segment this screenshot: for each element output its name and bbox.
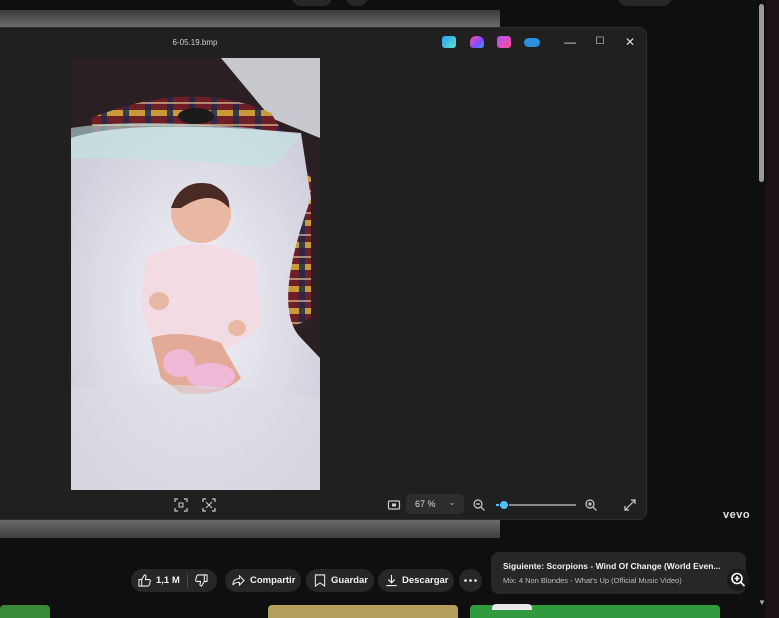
crop-icon[interactable] (202, 498, 216, 512)
video-frame-edge (0, 10, 500, 27)
thumbnail-strip-1[interactable] (0, 605, 50, 618)
bookmark-icon (314, 574, 326, 587)
up-next-card[interactable]: Siguiente: Scorpions - Wind Of Change (W… (491, 552, 746, 594)
save-label: Guardar (331, 575, 368, 586)
top-icon-button[interactable] (346, 0, 368, 6)
viewer-bottom-toolbar: 67 % ⌄ (0, 490, 646, 520)
thumbnail-strip-2[interactable] (268, 605, 458, 618)
zoom-level-value: 67 % (415, 499, 436, 509)
share-button[interactable]: Compartir (225, 569, 301, 592)
save-button[interactable]: Guardar (306, 569, 374, 592)
scrollbar-thumb[interactable] (759, 4, 764, 182)
window-title: 6-05.19.bmp (172, 38, 218, 47)
video-frame-bottom-edge (0, 520, 500, 538)
close-button[interactable]: ✕ (622, 34, 638, 50)
top-account-button[interactable] (618, 0, 672, 6)
fit-to-window-icon[interactable] (174, 498, 188, 512)
up-next-label: Siguiente: (503, 561, 545, 571)
zoom-level-dropdown[interactable]: 67 % ⌄ (406, 494, 464, 514)
share-label: Compartir (250, 575, 296, 586)
background-top-strip (0, 0, 779, 27)
magnifier-zoom-icon[interactable] (726, 568, 750, 592)
scroll-down-icon[interactable]: ▼ (758, 598, 766, 607)
chip-white[interactable] (492, 604, 532, 610)
onedrive-icon[interactable] (524, 38, 540, 47)
like-count[interactable]: 1,1 M (156, 575, 180, 586)
up-next-title: Siguiente: Scorpions - Wind Of Change (W… (503, 561, 728, 571)
thumbs-down-icon[interactable] (195, 574, 208, 587)
baby-photo (71, 58, 320, 490)
top-button[interactable] (292, 0, 332, 6)
like-divider (187, 573, 188, 588)
zoom-slider-thumb[interactable] (499, 500, 509, 510)
actual-size-icon[interactable] (387, 498, 401, 512)
vevo-logo: vevo (723, 509, 751, 521)
chevron-down-icon: ⌄ (448, 497, 456, 507)
up-next-mix: Mix: 4 Non Blondes - What's Up (Official… (503, 576, 682, 585)
minimize-button[interactable]: — (562, 34, 578, 50)
thumbs-up-icon[interactable] (138, 574, 151, 587)
more-horizontal-icon (464, 579, 477, 582)
download-button[interactable]: Descargar (378, 569, 454, 592)
up-next-video-title: Scorpions - Wind Of Change (World Even..… (546, 561, 721, 571)
photo-viewer-window: 6-05.19.bmp — ☐ ✕ 67 % ⌄ (0, 27, 647, 520)
clipchamp-icon[interactable] (497, 36, 511, 48)
zoom-out-icon[interactable] (472, 498, 486, 512)
more-actions-button[interactable] (459, 569, 482, 592)
like-dislike-group: 1,1 M (131, 569, 217, 592)
share-icon (232, 574, 245, 587)
designer-icon[interactable] (470, 36, 484, 48)
maximize-button[interactable]: ☐ (592, 34, 608, 50)
right-edge-thumbnail (766, 0, 779, 618)
download-icon (386, 574, 397, 587)
photo-image (71, 58, 320, 490)
fullscreen-icon[interactable] (623, 498, 637, 512)
photos-app-icon[interactable] (442, 36, 456, 48)
download-label: Descargar (402, 575, 449, 586)
zoom-in-icon[interactable] (584, 498, 598, 512)
